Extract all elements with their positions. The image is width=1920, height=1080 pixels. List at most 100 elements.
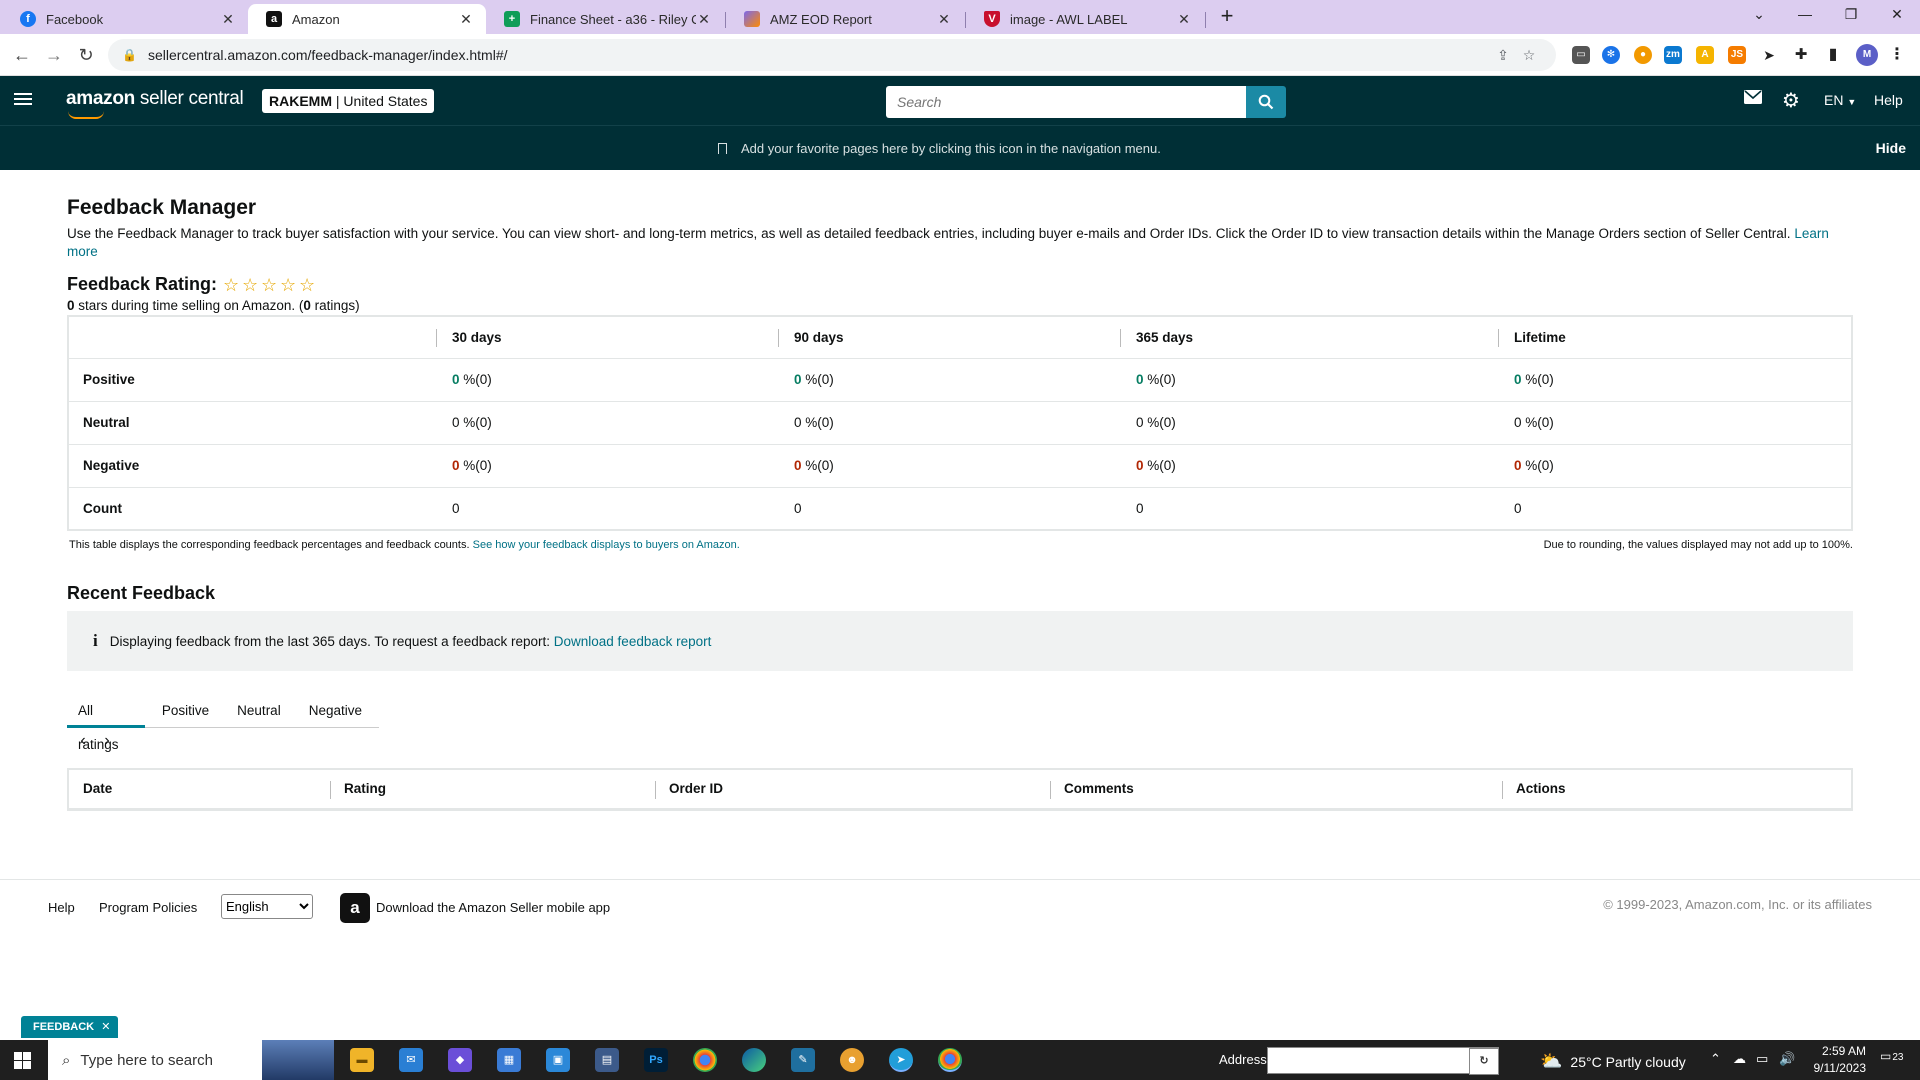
tab-neutral[interactable]: Neutral <box>226 694 292 728</box>
language-select[interactable]: English <box>221 894 313 919</box>
star-rating: ☆ ☆ ☆ ☆ ☆ <box>223 276 318 294</box>
teams-app-icon[interactable]: ◆ <box>448 1048 472 1072</box>
extension-off-icon[interactable]: ▭ <box>1572 46 1590 64</box>
page-footer: Help Program Policies English a Download… <box>0 879 1920 949</box>
row-label: Negative <box>68 444 436 488</box>
minimize-icon[interactable]: — <box>1782 0 1828 30</box>
calculator-icon[interactable]: ▤ <box>595 1048 619 1072</box>
extension-orange-icon[interactable]: ● <box>1634 46 1652 64</box>
language-selector[interactable]: EN ▼ <box>1824 92 1856 108</box>
bookmark-star-icon[interactable]: ☆ <box>1516 47 1542 64</box>
chrome-profile-icon[interactable] <box>938 1048 962 1072</box>
close-tab-icon[interactable]: ✕ <box>696 11 712 28</box>
rating-sub-mid: stars during time selling on Amazon. ( <box>74 298 304 313</box>
close-tab-icon[interactable]: ✕ <box>458 11 474 28</box>
language-label: EN <box>1824 92 1844 108</box>
browser-tab-amazon[interactable]: a Amazon ✕ <box>248 4 486 34</box>
puzzle-extensions-icon[interactable]: ✚ <box>1792 46 1810 64</box>
notepad-icon[interactable]: ✎ <box>791 1048 815 1072</box>
close-tab-icon[interactable]: ✕ <box>1176 11 1192 28</box>
close-tab-icon[interactable]: ✕ <box>936 11 952 28</box>
game-app-icon[interactable]: ☻ <box>840 1048 864 1072</box>
column-header-lifetime: Lifetime <box>1498 316 1852 359</box>
search-input[interactable] <box>886 86 1246 118</box>
tab-negative[interactable]: Negative <box>298 694 373 728</box>
url-text[interactable]: sellercentral.amazon.com/feedback-manage… <box>148 47 1490 63</box>
taskbar-search-placeholder: Type here to search <box>80 1051 213 1069</box>
forward-arrow-icon[interactable]: → <box>42 43 66 67</box>
notification-center-icon[interactable]: ▭23 <box>1880 1049 1903 1063</box>
extension-zm-icon[interactable]: zm <box>1664 46 1682 64</box>
telegram-icon[interactable]: ➤ <box>889 1048 913 1072</box>
tab-positive[interactable]: Positive <box>151 694 220 728</box>
system-clock[interactable]: 2:59 AM 9/11/2023 <box>1786 1043 1867 1077</box>
help-link[interactable]: Help <box>1874 92 1903 108</box>
extension-az-icon[interactable]: A <box>1696 46 1714 64</box>
browser-tab-awl-label[interactable]: V image - AWL LABEL ✕ <box>966 4 1204 34</box>
close-icon[interactable]: ✕ <box>101 1021 110 1033</box>
back-arrow-icon[interactable]: ← <box>10 43 34 67</box>
address-bar[interactable]: 🔒 sellercentral.amazon.com/feedback-mana… <box>108 39 1556 71</box>
file-explorer-icon[interactable]: ▬ <box>350 1048 374 1072</box>
reload-icon[interactable]: ↻ <box>74 43 98 67</box>
browser-tab-finance-sheet[interactable]: + Finance Sheet - a36 - Riley Cook ✕ <box>486 4 724 34</box>
onedrive-cloud-icon[interactable]: ☁ <box>1733 1051 1746 1067</box>
column-header-comments[interactable]: Comments <box>1050 769 1502 809</box>
control-panel-icon[interactable]: ▣ <box>546 1048 570 1072</box>
extension-js-icon[interactable]: JS <box>1728 46 1746 64</box>
store-app-icon[interactable]: ▦ <box>497 1048 521 1072</box>
settings-gear-icon[interactable]: ⚙ <box>1782 88 1800 113</box>
address-toolbar-input[interactable]: ⌄ <box>1267 1047 1499 1074</box>
column-header-rating[interactable]: Rating <box>330 769 655 809</box>
close-window-icon[interactable]: ✕ <box>1874 0 1920 30</box>
favorites-bar: Add your favorite pages here by clicking… <box>0 125 1920 170</box>
row-label: Count <box>83 500 122 516</box>
mail-app-icon[interactable]: ✉ <box>399 1048 423 1072</box>
share-icon[interactable]: ⇪ <box>1490 47 1516 64</box>
download-feedback-report-link[interactable]: Download feedback report <box>554 634 712 649</box>
table-row-positive: Positive 0 %(0) 0 %(0) 0 %(0) 0 %(0) <box>68 358 1852 402</box>
mail-icon[interactable] <box>1744 90 1762 109</box>
restore-icon[interactable]: ❐ <box>1828 0 1874 30</box>
browser-tab-eod-report[interactable]: AMZ EOD Report ✕ <box>726 4 964 34</box>
chrome-icon[interactable] <box>693 1048 717 1072</box>
edge-icon[interactable] <box>742 1048 766 1072</box>
address-go-icon[interactable]: ↻ <box>1469 1048 1499 1075</box>
column-header-date[interactable]: Date <box>68 769 330 809</box>
tab-all-ratings[interactable]: All ratings <box>67 694 145 752</box>
close-tab-icon[interactable]: ✕ <box>220 11 236 28</box>
store-selector[interactable]: RAKEMM | United States <box>262 89 435 113</box>
positive-90-days: 0 %(0) <box>778 358 1120 402</box>
browser-tab-facebook[interactable]: f Facebook ✕ <box>2 4 248 34</box>
menu-hamburger-icon[interactable] <box>14 90 32 110</box>
program-policies-link[interactable]: Program Policies <box>99 900 197 915</box>
clickup-icon <box>744 11 760 27</box>
hide-favorites-button[interactable]: Hide <box>1876 140 1906 156</box>
show-hidden-icons-chevron-icon[interactable]: ⌃ <box>1710 1051 1721 1067</box>
extension-arrow-icon[interactable]: ➤ <box>1760 46 1778 64</box>
column-header-order-id[interactable]: Order ID <box>655 769 1050 809</box>
search-button[interactable] <box>1246 86 1286 118</box>
taskbar-search[interactable]: ⌕ Type here to search <box>48 1040 334 1080</box>
extension-blue-icon[interactable]: ✻ <box>1602 46 1620 64</box>
photoshop-icon[interactable]: Ps <box>644 1048 668 1072</box>
feedback-widget-button[interactable]: FEEDBACK ✕ <box>21 1016 119 1038</box>
column-header-blank <box>68 316 436 359</box>
new-tab-button[interactable]: + <box>1214 4 1240 30</box>
footer-help-link[interactable]: Help <box>48 900 75 915</box>
chevron-right-icon[interactable]: › <box>95 732 119 750</box>
tab-search-chevron-icon[interactable]: ⌄ <box>1736 0 1782 30</box>
negative-90-days: 0 %(0) <box>778 444 1120 488</box>
feedback-display-link[interactable]: See how your feedback displays to buyers… <box>473 539 740 551</box>
profile-avatar[interactable]: M <box>1856 44 1878 66</box>
neutral-lifetime: 0 %(0) <box>1498 401 1852 445</box>
windows-start-icon[interactable] <box>14 1052 31 1069</box>
download-app-link[interactable]: Download the Amazon Seller mobile app <box>376 900 610 915</box>
table-header-row: Date Rating Order ID Comments Actions <box>68 769 1852 809</box>
more-menu-icon[interactable]: ⋮ <box>1888 46 1906 64</box>
network-icon[interactable]: ▭ <box>1756 1051 1768 1067</box>
chevron-left-icon[interactable]: ‹ <box>71 732 95 750</box>
side-panel-icon[interactable]: ▮ <box>1824 46 1842 64</box>
weather-widget[interactable]: ⛅ 25°C Partly cloudy <box>1540 1051 1686 1072</box>
seller-central-logo[interactable]: amazon seller central <box>66 88 244 119</box>
